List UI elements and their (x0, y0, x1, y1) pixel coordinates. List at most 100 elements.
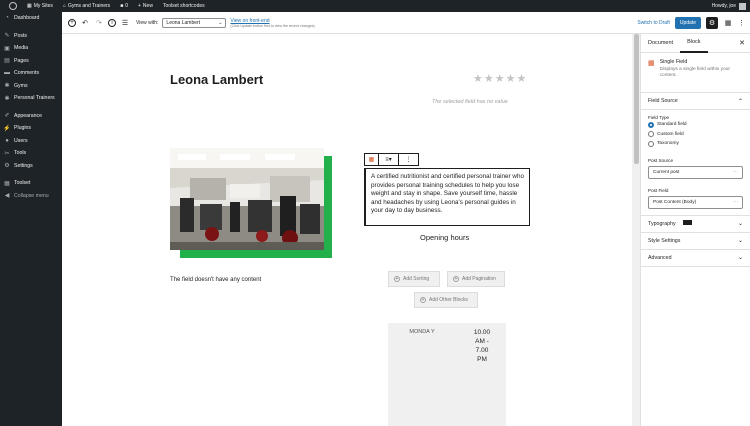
plus-circle-icon: + (453, 275, 459, 282)
menu-item-label: Toolset (14, 180, 31, 187)
comments-menu[interactable]: ■ 0 (115, 0, 133, 12)
new-label: New (142, 3, 153, 9)
plugin-icon: ⚡ (3, 125, 11, 132)
editor-header: + ↶ ↷ i ☰ View with: Leona Lambert ⌄ Vie… (62, 12, 750, 34)
menu-item-label: Dashboard (14, 15, 40, 22)
undo-button[interactable]: ↶ (80, 18, 90, 28)
menu-item-toolset[interactable]: ▦ Toolset (0, 177, 62, 190)
block-card: ▦ Single Field Displays a single field w… (641, 53, 750, 93)
typography-panel-toggle[interactable]: Typography ⌄ (641, 216, 750, 233)
view-frontend: View on front-end (Click Update button f… (230, 18, 314, 28)
view-frontend-note: (Click Update button first to view the r… (230, 23, 315, 28)
comment-icon: ▬ (4, 70, 10, 77)
menu-item-appearance[interactable]: ✐ Appearance (0, 110, 62, 123)
menu-item-plugins[interactable]: ⚡ Plugins (0, 122, 62, 135)
toolset-icon[interactable]: ▦ (723, 18, 733, 28)
home-icon: ⌂ (62, 3, 66, 9)
post-field-value: Post Content (Body) (653, 199, 697, 205)
site-name-menu[interactable]: ⌂ Gyms and Trainers (58, 0, 115, 12)
toolset-shortcodes-menu[interactable]: Toolset shortcodes (158, 0, 210, 12)
field-source-panel-toggle[interactable]: Field Source ⌃ (641, 93, 750, 110)
style-settings-title: Style Settings (648, 237, 681, 244)
tools-icon: ✂ (4, 150, 10, 157)
empty-field-message: The field doesn't have any content (170, 277, 262, 283)
admin-bar: ▦ My Sites ⌂ Gyms and Trainers ■ 0 + New… (0, 0, 750, 12)
post-title[interactable]: Leona Lambert (170, 72, 263, 87)
block-navigation-button[interactable]: ☰ (120, 18, 130, 28)
menu-item-label: Users (14, 137, 28, 144)
post-source-value: Current post (653, 169, 680, 175)
chevron-down-icon: ⌄ (737, 221, 743, 227)
menu-item-settings[interactable]: ⚙ Settings (0, 160, 62, 173)
add-other-blocks-button[interactable]: + Add Other Blocks (414, 292, 478, 308)
view-with-select[interactable]: Leona Lambert ⌄ (162, 17, 227, 28)
opening-hours-heading[interactable]: Opening hours (420, 233, 469, 242)
add-pagination-button[interactable]: + Add Pagination (447, 271, 505, 287)
radio-standard-field[interactable]: Standard field (648, 120, 743, 130)
add-sorting-button[interactable]: + Add Sorting (388, 271, 440, 287)
style-settings-panel-toggle[interactable]: Style Settings ⌄ (641, 233, 750, 250)
menu-item-users[interactable]: ● Users (0, 135, 62, 148)
brush-icon: ✐ (4, 113, 10, 120)
radio-unchecked-icon (648, 140, 654, 147)
my-sites-label: My Sites (33, 3, 53, 9)
menu-item-tools[interactable]: ✂ Tools (0, 147, 62, 160)
radio-label: Taxonomy (657, 141, 679, 147)
info-button[interactable]: i (108, 18, 116, 27)
add-sorting-label: Add Sorting (403, 276, 430, 282)
collapse-label: Collapse menu (14, 192, 49, 199)
account-menu[interactable]: Howdy, joe (711, 2, 750, 10)
settings-sidebar: Document Block ✕ ▦ Single Field Displays… (640, 34, 750, 426)
more-options-icon[interactable]: ⋮ (738, 19, 745, 27)
update-button[interactable]: Update (674, 16, 701, 29)
howdy-label: Howdy, joe (711, 3, 736, 9)
menu-item-posts[interactable]: ✎ Posts (0, 30, 62, 43)
more-dots-icon: ··· (733, 199, 738, 205)
menu-item-gyms[interactable]: ✱ Gyms (0, 80, 62, 93)
opening-hours-table[interactable]: MONDA Y 10.00 AM - 7.00 PM (388, 323, 506, 426)
tab-document[interactable]: Document (641, 34, 680, 53)
tab-block[interactable]: Block (680, 34, 708, 53)
sidebar-tabs: Document Block ✕ (641, 34, 750, 53)
menu-item-label: Tools (14, 150, 27, 157)
users-icon: ● (5, 137, 9, 144)
menu-item-media[interactable]: ▣ Media (0, 42, 62, 55)
close-icon[interactable]: ✕ (739, 39, 745, 47)
block-description: Displays a single field within your cont… (659, 67, 731, 78)
post-source-label: Post Source (648, 157, 674, 163)
avatar (739, 2, 746, 10)
hours-day-cell: MONDA Y (409, 329, 435, 335)
block-type-calendar-icon[interactable]: ▦ (365, 154, 379, 165)
wordpress-logo-icon (9, 2, 17, 10)
star-icon: ★ (494, 73, 505, 85)
post-source-select[interactable]: Current post ··· (648, 165, 743, 179)
advanced-panel-toggle[interactable]: Advanced ⌄ (641, 250, 750, 267)
radio-label: Standard field (657, 122, 687, 128)
new-content-menu[interactable]: + New (133, 0, 158, 12)
wp-logo-menu[interactable] (0, 0, 22, 12)
typography-title: Typography (648, 221, 676, 227)
align-dropdown-icon[interactable]: ≡▾ (379, 154, 399, 165)
radio-taxonomy[interactable]: Taxonomy (648, 139, 743, 149)
menu-item-comments[interactable]: ▬ Comments (0, 67, 62, 80)
editor-canvas: Leona Lambert ★ ★ ★ ★ ★ The selected fie… (62, 34, 632, 426)
menu-item-label: Appearance (14, 112, 42, 119)
collapse-menu-button[interactable]: ◀ Collapse menu (0, 190, 62, 203)
view-with-label: View with: (136, 19, 159, 26)
redo-button[interactable]: ↷ (94, 18, 104, 28)
add-block-button[interactable]: + (68, 18, 76, 27)
plus-circle-icon: + (420, 296, 426, 303)
radio-custom-field[interactable]: Custom field (648, 130, 743, 140)
scrollbar-thumb[interactable] (633, 34, 639, 164)
menu-item-pages[interactable]: ▤ Pages (0, 55, 62, 68)
my-sites-menu[interactable]: ▦ My Sites (22, 0, 58, 12)
gym-image-block[interactable] (170, 148, 332, 258)
menu-item-personal-trainers[interactable]: ✱ Personal Trainers (0, 92, 62, 105)
settings-gear-icon[interactable]: ⚙ (706, 16, 718, 29)
canvas-scrollbar[interactable] (632, 34, 640, 426)
single-field-block[interactable]: A certified nutritionist and certified p… (364, 168, 530, 226)
post-field-select[interactable]: Post Content (Body) ··· (648, 195, 743, 209)
block-more-options-icon[interactable]: ⋮ (399, 154, 418, 165)
menu-item-dashboard[interactable]: ◔ Dashboard (0, 12, 62, 25)
switch-to-draft-button[interactable]: Switch to Draft (637, 20, 670, 26)
